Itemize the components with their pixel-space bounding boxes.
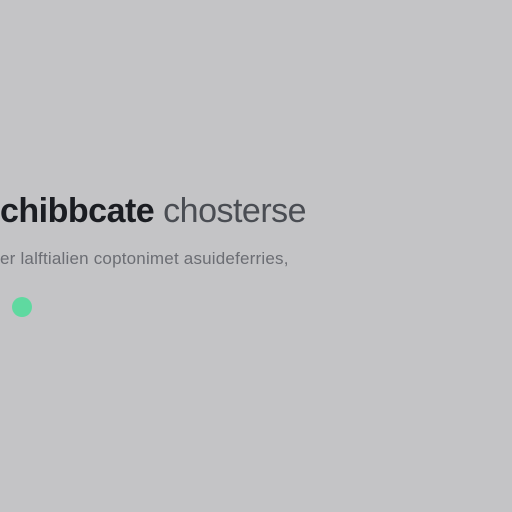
- headline-bold: chibbcate: [0, 192, 154, 230]
- accent-dot-icon: [12, 297, 32, 317]
- hero-block: chibbcate chosterse er lalftialien copto…: [0, 192, 306, 317]
- page-subtitle: er lalftialien coptonimet asuideferries,: [0, 249, 306, 269]
- headline-rest: chosterse: [154, 192, 306, 230]
- page-title: chibbcate chosterse: [0, 192, 306, 231]
